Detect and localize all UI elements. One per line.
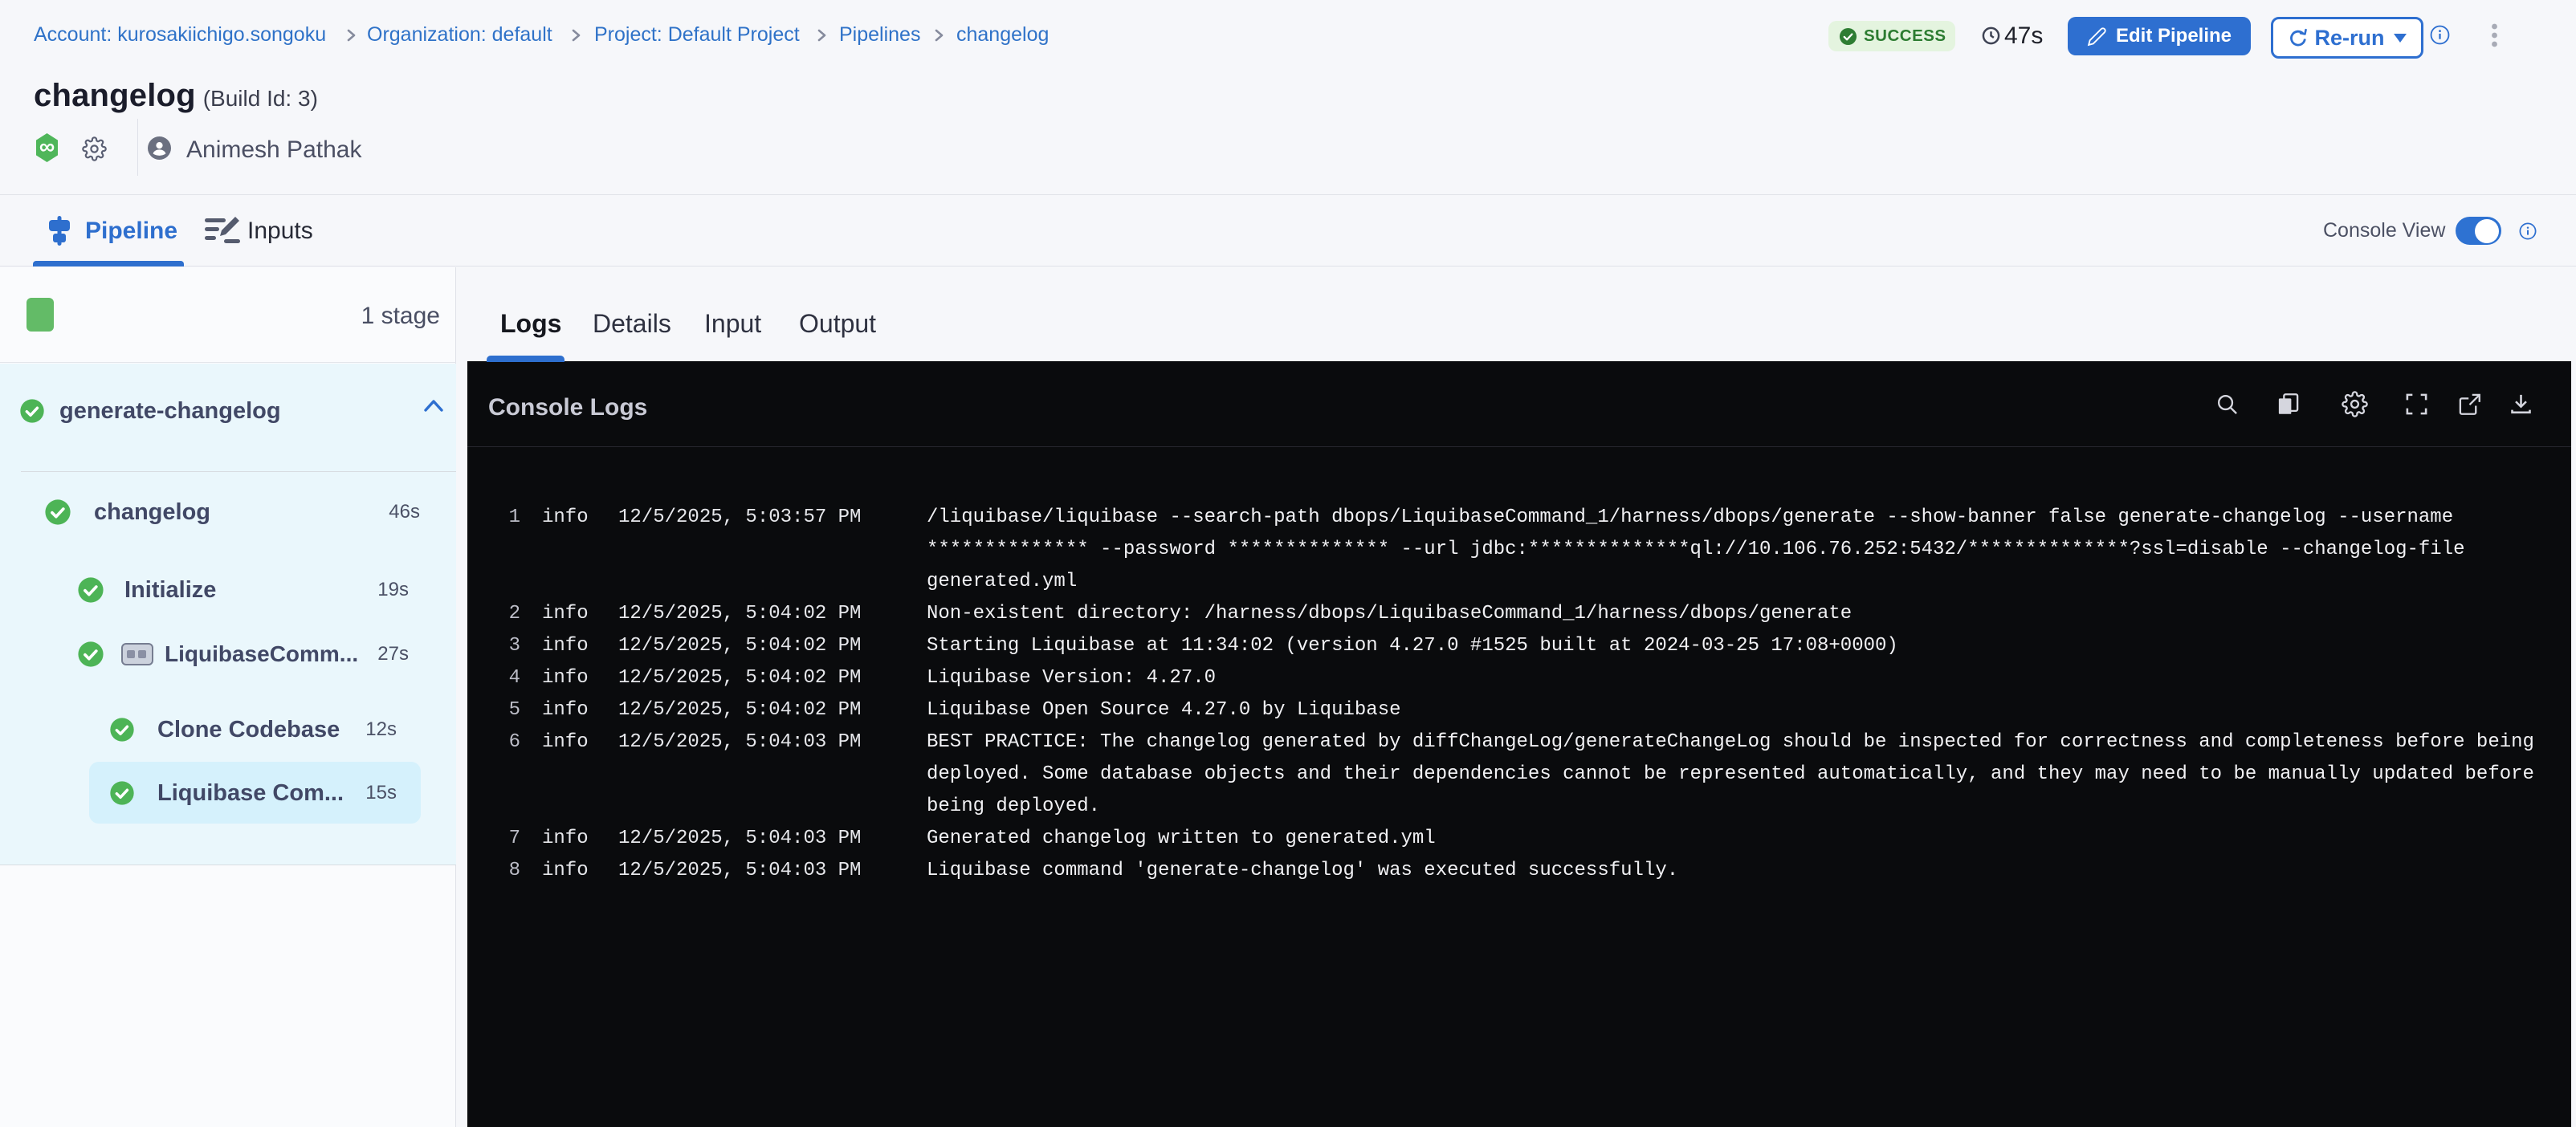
svg-text:∞: ∞ bbox=[39, 135, 55, 159]
